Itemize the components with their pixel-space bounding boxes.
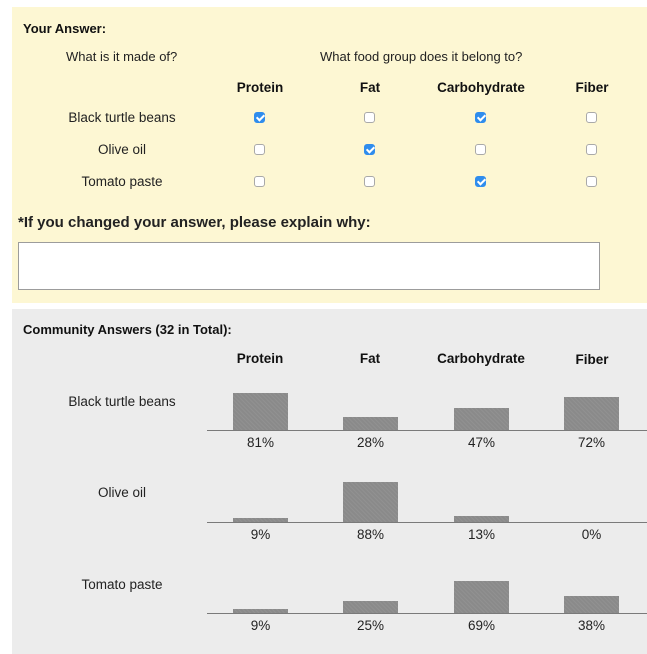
- checkbox-tomato-paste-fat[interactable]: [364, 176, 375, 187]
- bar-olive-oil-protein: [233, 518, 288, 522]
- bar-tomato-paste-fiber: [564, 596, 619, 613]
- community-col-head-protein: Protein: [236, 351, 284, 366]
- explain-label: *If you changed your answer, please expl…: [18, 214, 371, 231]
- checkbox-olive-oil-carbohydrate[interactable]: [475, 144, 486, 155]
- your-answer-title: Your Answer:: [23, 21, 107, 36]
- pct-label-beans-carbohydrate: 47%: [467, 435, 496, 450]
- community-col-head-carbohydrate: Carbohydrate: [437, 351, 525, 366]
- community-col-head-fat: Fat: [359, 351, 381, 366]
- pct-label-tomato-paste-protein: 9%: [250, 618, 271, 633]
- made-of-question: What is it made of?: [66, 49, 178, 64]
- community-title: Community Answers (32 in Total):: [23, 322, 232, 337]
- checkbox-olive-oil-fat[interactable]: [364, 144, 375, 155]
- answer-row-label-olive-oil: Olive oil: [97, 142, 146, 157]
- bar-tomato-paste-protein: [233, 609, 288, 613]
- community-answers-panel: Community Answers (32 in Total): Protein…: [12, 309, 647, 654]
- bar-olive-oil-carbohydrate: [454, 516, 509, 522]
- pct-label-beans-fiber: 72%: [577, 435, 606, 450]
- bar-beans-carbohydrate: [454, 408, 509, 430]
- pct-label-olive-oil-protein: 9%: [250, 527, 271, 542]
- checkbox-tomato-paste-carbohydrate[interactable]: [475, 176, 486, 187]
- bar-beans-fat: [343, 417, 398, 430]
- answer-row-label-beans: Black turtle beans: [68, 110, 176, 125]
- col-head-carbohydrate: Carbohydrate: [437, 80, 525, 95]
- pct-label-tomato-paste-carbohydrate: 69%: [467, 618, 496, 633]
- checkbox-olive-oil-protein[interactable]: [254, 144, 265, 155]
- community-row-label-beans: Black turtle beans: [68, 394, 176, 409]
- pct-label-olive-oil-fiber: 0%: [581, 527, 602, 542]
- pct-label-tomato-paste-fiber: 38%: [577, 618, 606, 633]
- bar-baseline-tomato-paste: [207, 613, 647, 614]
- answer-row-label-tomato-paste: Tomato paste: [81, 174, 163, 189]
- bar-beans-protein: [233, 393, 288, 430]
- community-row-label-tomato-paste: Tomato paste: [81, 577, 163, 592]
- checkbox-tomato-paste-protein[interactable]: [254, 176, 265, 187]
- pct-label-olive-oil-carbohydrate: 13%: [467, 527, 496, 542]
- checkbox-tomato-paste-fiber[interactable]: [586, 176, 597, 187]
- bar-olive-oil-fat: [343, 482, 398, 522]
- bar-baseline-beans: [207, 430, 647, 431]
- pct-label-olive-oil-fat: 88%: [356, 527, 385, 542]
- explain-textarea[interactable]: [18, 242, 600, 290]
- checkbox-beans-fat[interactable]: [364, 112, 375, 123]
- community-col-head-fiber: Fiber: [575, 352, 609, 367]
- checkbox-beans-protein[interactable]: [254, 112, 265, 123]
- col-head-fiber: Fiber: [575, 80, 609, 95]
- your-answer-panel: Your Answer: What is it made of? What fo…: [12, 7, 647, 303]
- checkbox-beans-carbohydrate[interactable]: [475, 112, 486, 123]
- col-head-fat: Fat: [359, 80, 381, 95]
- food-group-question: What food group does it belong to?: [320, 49, 523, 64]
- checkbox-olive-oil-fiber[interactable]: [586, 144, 597, 155]
- pct-label-beans-fat: 28%: [356, 435, 385, 450]
- checkbox-beans-fiber[interactable]: [586, 112, 597, 123]
- bar-tomato-paste-carbohydrate: [454, 581, 509, 613]
- bar-beans-fiber: [564, 397, 619, 430]
- bar-baseline-olive-oil: [207, 522, 647, 523]
- pct-label-beans-protein: 81%: [246, 435, 275, 450]
- community-row-label-olive-oil: Olive oil: [97, 485, 146, 500]
- pct-label-tomato-paste-fat: 25%: [356, 618, 385, 633]
- col-head-protein: Protein: [236, 80, 284, 95]
- bar-tomato-paste-fat: [343, 601, 398, 613]
